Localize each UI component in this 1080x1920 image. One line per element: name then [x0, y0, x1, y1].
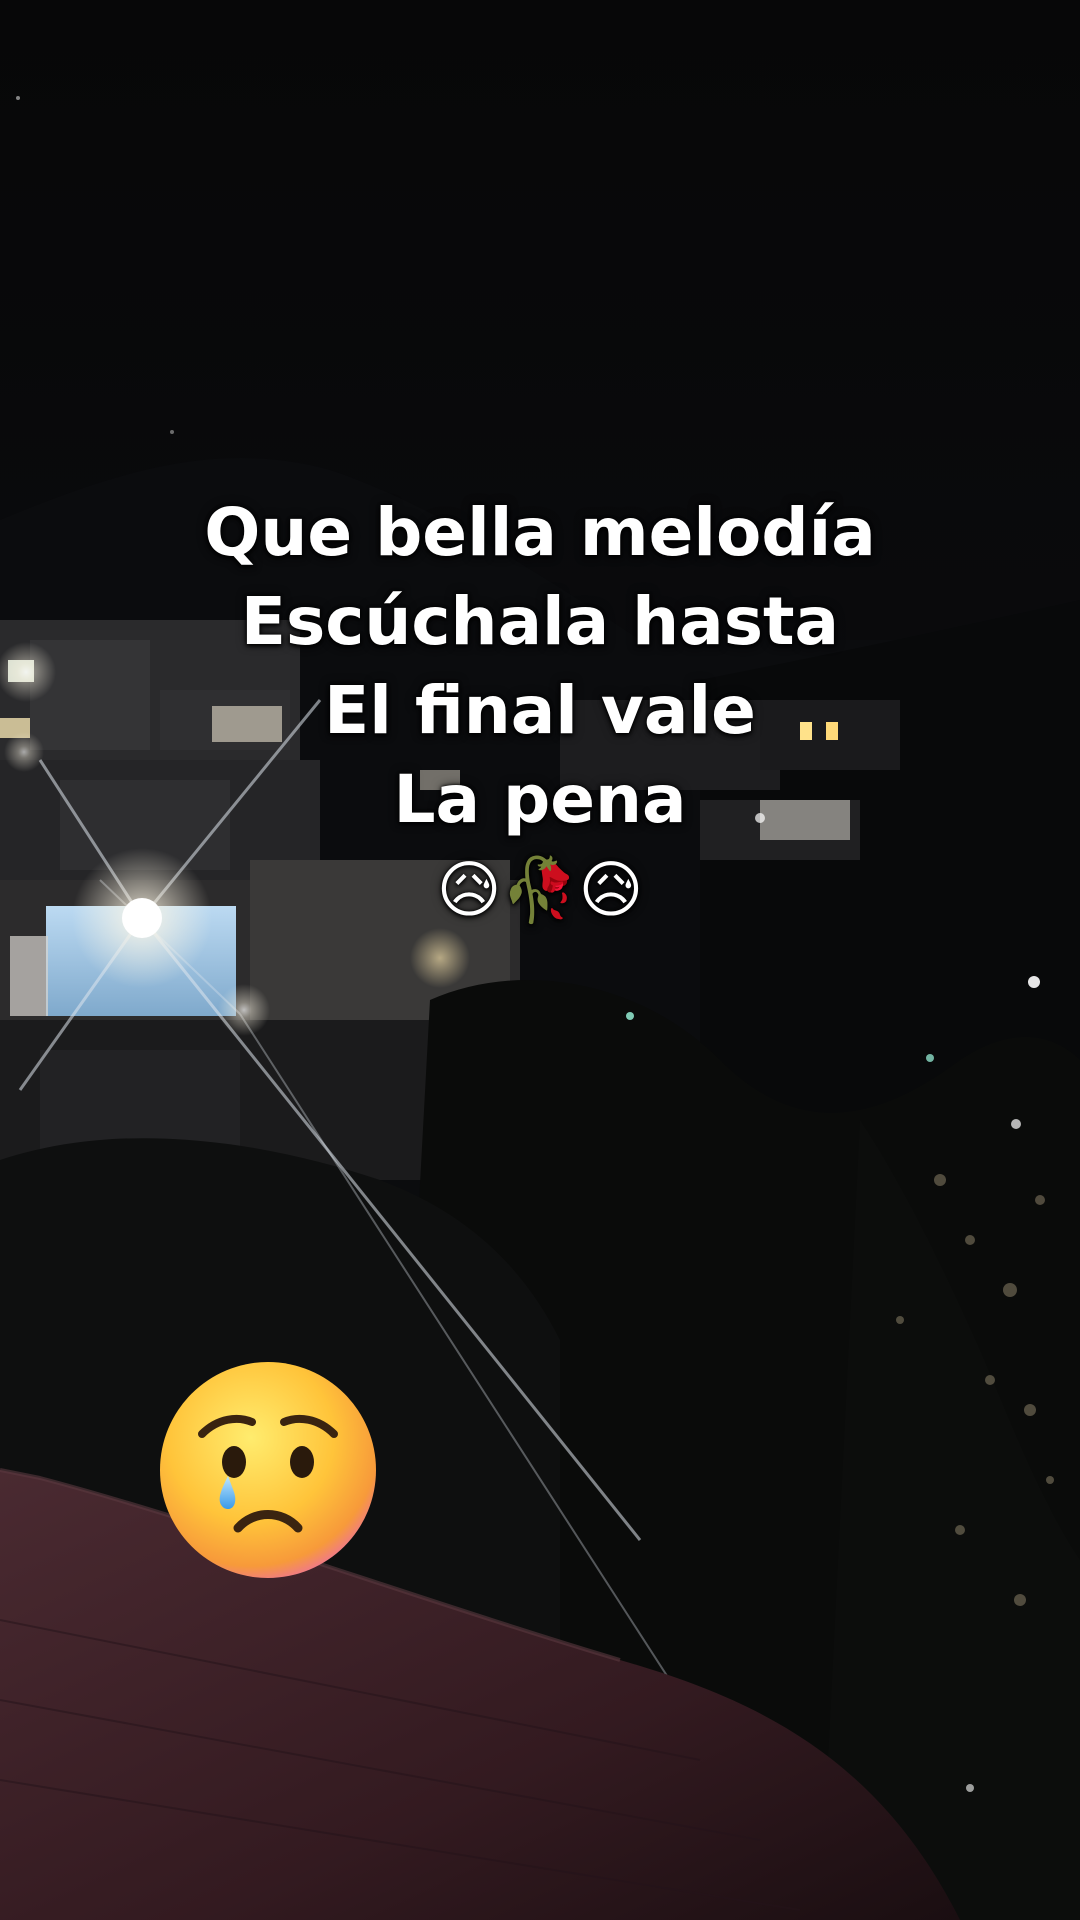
night-city-photo — [0, 0, 1080, 1920]
caption-line-3: El final vale — [324, 672, 756, 749]
crying-face-icon — [160, 1362, 376, 1578]
caption-line-4: La pena — [393, 761, 687, 838]
overlay-caption: Que bella melodía Escúchala hasta El fin… — [0, 488, 1080, 936]
caption-emoji-line: 😥🥀😥 — [436, 853, 644, 926]
caption-line-1: Que bella melodía — [204, 494, 876, 571]
caption-line-2: Escúchala hasta — [240, 583, 840, 660]
video-frame: Que bella melodía Escúchala hasta El fin… — [0, 0, 1080, 1920]
